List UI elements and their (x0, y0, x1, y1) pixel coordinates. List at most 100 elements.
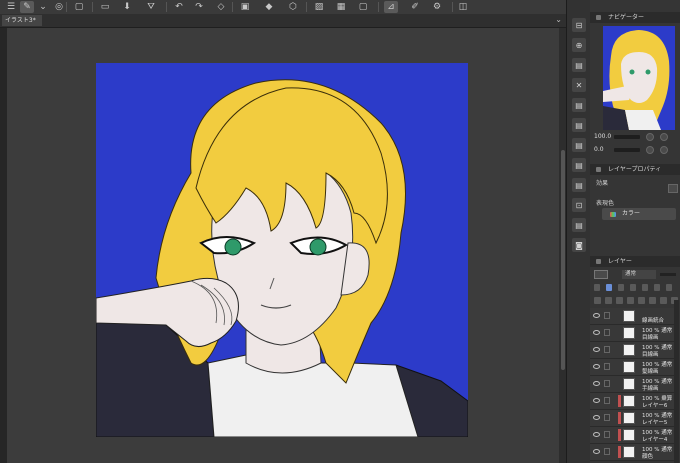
layer-row[interactable]: 100 % 通常 レイヤー5 (590, 410, 674, 427)
layer-command-icon-0[interactable] (594, 297, 601, 304)
invert-icon[interactable]: ▦ (334, 1, 348, 13)
layer-option-icon-1[interactable] (606, 284, 612, 291)
layer-option-icon-5[interactable] (654, 284, 660, 291)
ruler-icon[interactable]: ⊿ (384, 1, 398, 13)
clear-icon[interactable]: ▣ (238, 1, 252, 13)
layer-option-icon-6[interactable] (666, 284, 672, 291)
layer-thumbnail (623, 378, 635, 390)
layer-option-icon-4[interactable] (642, 284, 648, 291)
opacity-slider[interactable] (660, 273, 676, 276)
layer-row[interactable]: 100 % 通常 顔色 (590, 444, 674, 461)
layer-option-icon-0[interactable] (594, 284, 600, 291)
layer-lock-checkbox[interactable] (604, 312, 610, 319)
visibility-eye-icon[interactable] (593, 347, 600, 352)
layer-row[interactable]: 100 % 通常 手線画 (590, 376, 674, 393)
erase-icon[interactable]: ◇ (214, 1, 228, 13)
material-icon-4[interactable]: ▤ (572, 138, 586, 152)
layer-lock-checkbox[interactable] (604, 397, 610, 404)
bucket-fill-icon[interactable]: ⛛ (144, 1, 158, 13)
material-icon-5[interactable]: ▤ (572, 158, 586, 172)
visibility-eye-icon[interactable] (593, 313, 600, 318)
layer-lock-checkbox[interactable] (604, 363, 610, 370)
material-icon-7[interactable]: ▤ (572, 218, 586, 232)
layer-row[interactable]: 100 % 乗算 レイヤー6 (590, 393, 674, 410)
close-icon[interactable]: ✕ (572, 78, 586, 92)
blend-mode-dropdown[interactable]: 通常 (622, 270, 656, 279)
export-icon[interactable]: ⊡ (572, 198, 586, 212)
rotate-left-icon[interactable] (646, 146, 654, 154)
layer-row[interactable]: 100 % 通常 目線画 (590, 342, 674, 359)
layer-option-icon-3[interactable] (630, 284, 636, 291)
new-file-icon[interactable]: ▢ (72, 1, 86, 13)
layer-command-icon-5[interactable] (649, 297, 656, 304)
layer-icon[interactable]: ◫ (456, 1, 470, 13)
navigator-thumbnail[interactable] (603, 26, 675, 130)
pen-tool-icon[interactable]: ✎ (20, 1, 34, 13)
canvas-artwork[interactable] (96, 63, 468, 437)
save-icon[interactable]: ⬇ (120, 1, 134, 13)
deselect-icon[interactable]: ▨ (312, 1, 326, 13)
rotation-value[interactable]: 0.0 (594, 146, 604, 153)
layer-color-select[interactable] (594, 270, 608, 279)
collapse-icon[interactable]: ⊟ (572, 18, 586, 32)
transform-icon[interactable]: ⬡ (286, 1, 300, 13)
rotation-slider[interactable] (614, 148, 640, 152)
layer-list-scrollbar[interactable] (674, 300, 679, 463)
zoom-slider[interactable] (614, 135, 640, 139)
layer-panel-header[interactable]: レイヤー (590, 256, 680, 267)
layer-lock-checkbox[interactable] (604, 448, 610, 455)
rotate-right-icon[interactable] (660, 146, 668, 154)
visibility-eye-icon[interactable] (593, 415, 600, 420)
navigator-header[interactable]: ナビゲーター (590, 12, 680, 23)
layer-row[interactable]: 100 % 通常 目線画 (590, 325, 674, 342)
chevron-down-icon[interactable]: ⌄ (36, 1, 50, 13)
layer-row[interactable]: 100 % 通常 レイヤー4 (590, 427, 674, 444)
document-tab[interactable]: イラスト3* (2, 15, 42, 26)
zoom-icon[interactable]: ⊕ (572, 38, 586, 52)
layer-option-icon-2[interactable] (618, 284, 624, 291)
material-icon[interactable]: ▤ (572, 58, 586, 72)
zoom-in-icon[interactable] (660, 133, 668, 141)
settings-icon[interactable]: ⚙ (430, 1, 444, 13)
show-selection-icon[interactable]: ▢ (356, 1, 370, 13)
material-icon-6[interactable]: ▤ (572, 178, 586, 192)
brush-icon[interactable]: ✐ (408, 1, 422, 13)
expression-color-dropdown[interactable]: カラー (602, 208, 676, 220)
layer-lock-checkbox[interactable] (604, 414, 610, 421)
camera-panel-icon[interactable]: ◙ (572, 238, 586, 252)
effect-button[interactable] (668, 184, 678, 193)
layer-command-icon-3[interactable] (627, 297, 634, 304)
redo-icon[interactable]: ↷ (192, 1, 206, 13)
zoom-out-icon[interactable] (646, 133, 654, 141)
menu-icon[interactable]: ☰ (4, 1, 18, 13)
top-toolbar: ☰ ✎ ⌄ ◎ ▢ ▭ ⬇ ⛛ ↶ ↷ ◇ ▣ ◆ ⬡ ▨ ▦ ▢ ⊿ ✐ ⚙ ◫ (0, 0, 566, 15)
layer-lock-checkbox[interactable] (604, 346, 610, 353)
visibility-eye-icon[interactable] (593, 432, 600, 437)
chevron-down-icon[interactable]: ⌄ (555, 15, 562, 24)
layer-row[interactable]: 線画統合 (590, 308, 674, 325)
layer-lock-checkbox[interactable] (604, 380, 610, 387)
open-folder-icon[interactable]: ▭ (98, 1, 112, 13)
left-panel-edge (0, 28, 7, 463)
material-icon-2[interactable]: ▤ (572, 98, 586, 112)
vertical-scrollbar-thumb[interactable] (561, 150, 565, 370)
layer-property-header[interactable]: レイヤープロパティ (590, 164, 680, 175)
zoom-value[interactable]: 100.0 (594, 133, 611, 140)
layer-command-icon-1[interactable] (605, 297, 612, 304)
visibility-eye-icon[interactable] (593, 398, 600, 403)
visibility-eye-icon[interactable] (593, 330, 600, 335)
visibility-eye-icon[interactable] (593, 381, 600, 386)
layer-command-icon-4[interactable] (638, 297, 645, 304)
visibility-eye-icon[interactable] (593, 449, 600, 454)
material-icon-3[interactable]: ▤ (572, 118, 586, 132)
panel-icon-column: ⊟ ⊕ ▤ ✕ ▤ ▤ ▤ ▤ ▤ ⊡ ▤ ◙ (566, 0, 591, 463)
fill-icon[interactable]: ◆ (262, 1, 276, 13)
layer-row[interactable]: 100 % 通常 髪線画 (590, 359, 674, 376)
layer-lock-checkbox[interactable] (604, 431, 610, 438)
camera-icon[interactable]: ◎ (52, 1, 66, 13)
undo-icon[interactable]: ↶ (172, 1, 186, 13)
layer-lock-checkbox[interactable] (604, 329, 610, 336)
layer-command-icon-6[interactable] (660, 297, 667, 304)
layer-command-icon-2[interactable] (616, 297, 623, 304)
visibility-eye-icon[interactable] (593, 364, 600, 369)
